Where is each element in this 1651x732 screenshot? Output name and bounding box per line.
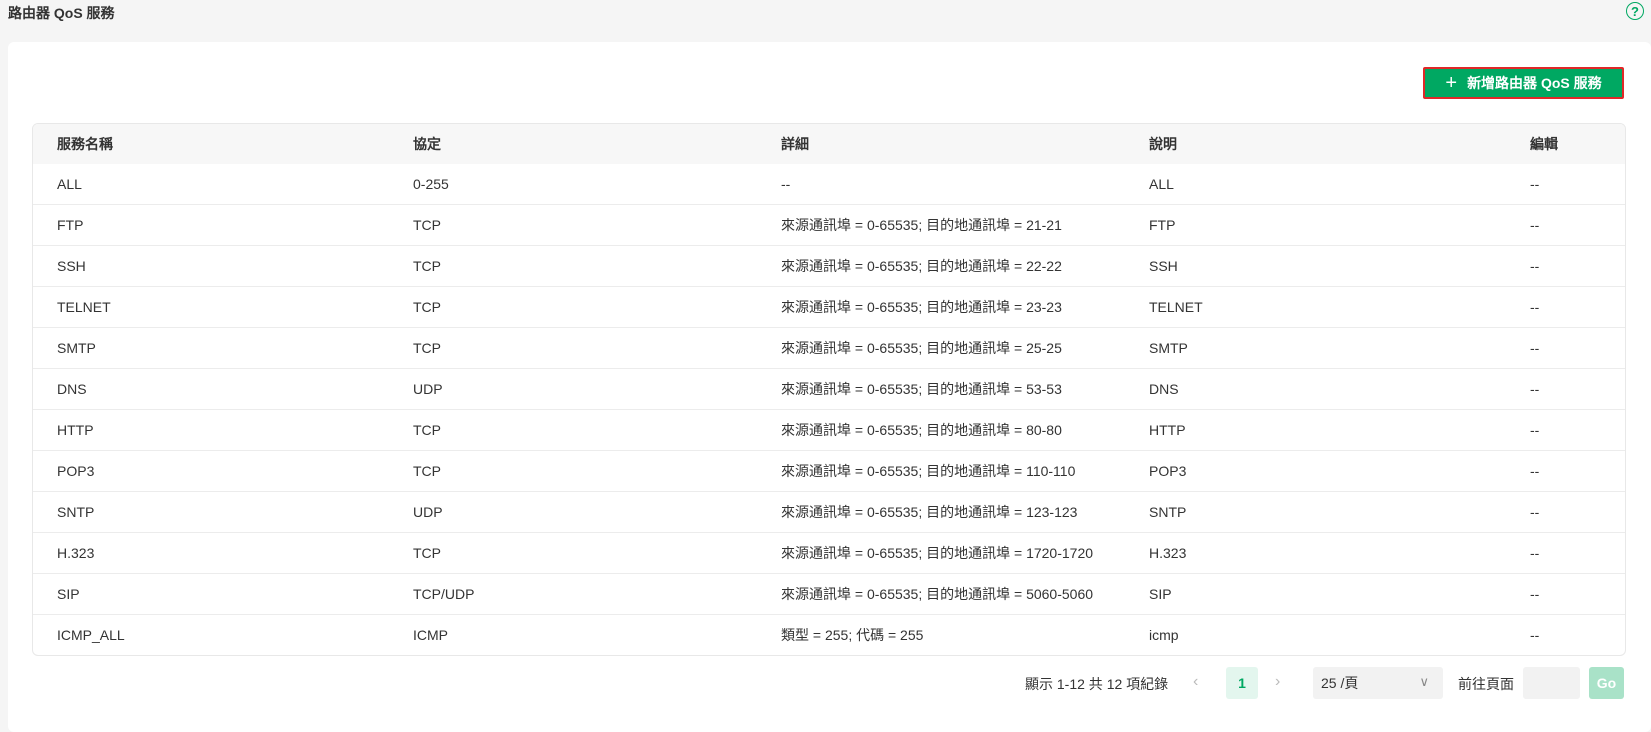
cell-details: 來源通訊埠 = 0-65535; 目的地通訊埠 = 25-25 bbox=[781, 340, 1062, 356]
table-row: SNTP UDP 來源通訊埠 = 0-65535; 目的地通訊埠 = 123-123… bbox=[33, 491, 1625, 532]
cell-service-name: FTP bbox=[57, 217, 84, 233]
cell-edit: -- bbox=[1530, 258, 1540, 274]
header-description: 說明 bbox=[1149, 136, 1177, 152]
go-button[interactable]: Go bbox=[1589, 667, 1624, 699]
cell-description: DNS bbox=[1149, 381, 1179, 397]
table-row: FTP TCP 來源通訊埠 = 0-65535; 目的地通訊埠 = 21-21 FTP… bbox=[33, 204, 1625, 245]
plus-icon: + bbox=[1445, 72, 1458, 94]
cell-details: 來源通訊埠 = 0-65535; 目的地通訊埠 = 23-23 bbox=[781, 299, 1062, 315]
cell-protocol: UDP bbox=[413, 504, 443, 520]
cell-service-name: SMTP bbox=[57, 340, 96, 356]
cell-description: SSH bbox=[1149, 258, 1178, 274]
help-icon[interactable]: ? bbox=[1626, 2, 1644, 20]
cell-description: SMTP bbox=[1149, 340, 1188, 356]
cell-edit: -- bbox=[1530, 422, 1540, 438]
table-header-row: 服務名稱 協定 詳細 說明 編輯 bbox=[33, 124, 1625, 164]
table-row: HTTP TCP 來源通訊埠 = 0-65535; 目的地通訊埠 = 80-80 HT… bbox=[33, 409, 1625, 450]
table-row: POP3 TCP 來源通訊埠 = 0-65535; 目的地通訊埠 = 110-110… bbox=[33, 450, 1625, 491]
chevron-down-icon: ∨ bbox=[1419, 674, 1429, 689]
add-router-qos-service-button[interactable]: + 新增路由器 QoS 服務 bbox=[1423, 67, 1624, 99]
cell-details: 來源通訊埠 = 0-65535; 目的地通訊埠 = 5060-5060 bbox=[781, 586, 1094, 602]
cell-service-name: SNTP bbox=[57, 504, 95, 520]
cell-description: SIP bbox=[1149, 586, 1172, 602]
table-row: SSH TCP 來源通訊埠 = 0-65535; 目的地通訊埠 = 22-22 SSH… bbox=[33, 245, 1625, 286]
cell-details: 來源通訊埠 = 0-65535; 目的地通訊埠 = 22-22 bbox=[781, 258, 1062, 274]
cell-details: 來源通訊埠 = 0-65535; 目的地通訊埠 = 53-53 bbox=[781, 381, 1062, 397]
cell-edit: -- bbox=[1530, 381, 1540, 397]
cell-protocol: TCP/UDP bbox=[413, 586, 475, 602]
table-row: ICMP_ALL ICMP 類型 = 255; 代碼 = 255 icmp -- bbox=[33, 614, 1625, 655]
header-edit: 編輯 bbox=[1530, 136, 1558, 152]
header-service-name: 服務名稱 bbox=[57, 136, 113, 152]
cell-edit: -- bbox=[1530, 627, 1540, 643]
cell-details: 來源通訊埠 = 0-65535; 目的地通訊埠 = 110-110 bbox=[781, 463, 1076, 479]
cell-details: 類型 = 255; 代碼 = 255 bbox=[781, 627, 924, 643]
cell-edit: -- bbox=[1530, 586, 1540, 602]
cell-edit: -- bbox=[1530, 340, 1540, 356]
pagination-info: 顯示 1-12 共 12 項紀錄 bbox=[1025, 676, 1169, 692]
cell-details: 來源通訊埠 = 0-65535; 目的地通訊埠 = 1720-1720 bbox=[781, 545, 1094, 561]
cell-protocol: TCP bbox=[413, 463, 441, 479]
cell-service-name: DNS bbox=[57, 381, 87, 397]
qos-services-table: 服務名稱 協定 詳細 說明 編輯 ALL 0-255 -- ALL -- FTP TCP 來源… bbox=[32, 123, 1626, 656]
cell-edit: -- bbox=[1530, 299, 1540, 315]
page-title: 路由器 QoS 服務 bbox=[8, 5, 115, 21]
cell-service-name: ALL bbox=[57, 176, 82, 192]
cell-details: -- bbox=[781, 176, 791, 192]
table-row: SIP TCP/UDP 來源通訊埠 = 0-65535; 目的地通訊埠 = 5060… bbox=[33, 573, 1625, 614]
page-size-value: 25 /頁 bbox=[1321, 675, 1359, 691]
prev-page-icon[interactable]: ‹ bbox=[1193, 673, 1198, 691]
cell-details: 來源通訊埠 = 0-65535; 目的地通訊埠 = 21-21 bbox=[781, 217, 1062, 233]
goto-page-input[interactable] bbox=[1523, 667, 1580, 699]
cell-protocol: TCP bbox=[413, 422, 441, 438]
cell-protocol: TCP bbox=[413, 340, 441, 356]
cell-description: H.323 bbox=[1149, 545, 1187, 561]
cell-service-name: POP3 bbox=[57, 463, 95, 479]
cell-description: HTTP bbox=[1149, 422, 1186, 438]
cell-protocol: TCP bbox=[413, 545, 441, 561]
table-row: TELNET TCP 來源通訊埠 = 0-65535; 目的地通訊埠 = 23-23… bbox=[33, 286, 1625, 327]
cell-details: 來源通訊埠 = 0-65535; 目的地通訊埠 = 123-123 bbox=[781, 504, 1078, 520]
cell-edit: -- bbox=[1530, 176, 1540, 192]
cell-protocol: ICMP bbox=[413, 627, 448, 643]
goto-page-label: 前往頁面 bbox=[1458, 676, 1514, 692]
pagination: 顯示 1-12 共 12 項紀錄 ‹ 1 › 25 /頁 ∨ 前往頁面 Go bbox=[0, 667, 1651, 699]
cell-service-name: SSH bbox=[57, 258, 86, 274]
page-size-select[interactable]: 25 /頁 ∨ bbox=[1313, 667, 1443, 699]
table-row: DNS UDP 來源通訊埠 = 0-65535; 目的地通訊埠 = 53-53 DNS… bbox=[33, 368, 1625, 409]
cell-edit: -- bbox=[1530, 217, 1540, 233]
cell-service-name: TELNET bbox=[57, 299, 111, 315]
add-button-label: 新增路由器 QoS 服務 bbox=[1467, 75, 1602, 91]
cell-protocol: TCP bbox=[413, 258, 441, 274]
cell-service-name: SIP bbox=[57, 586, 80, 602]
cell-service-name: H.323 bbox=[57, 545, 95, 561]
cell-protocol: TCP bbox=[413, 217, 441, 233]
cell-protocol: TCP bbox=[413, 299, 441, 315]
table-row: H.323 TCP 來源通訊埠 = 0-65535; 目的地通訊埠 = 1720-1… bbox=[33, 532, 1625, 573]
next-page-icon[interactable]: › bbox=[1275, 673, 1280, 691]
cell-service-name: ICMP_ALL bbox=[57, 627, 125, 643]
cell-description: icmp bbox=[1149, 627, 1179, 643]
table-row: ALL 0-255 -- ALL -- bbox=[33, 164, 1625, 204]
cell-details: 來源通訊埠 = 0-65535; 目的地通訊埠 = 80-80 bbox=[781, 422, 1062, 438]
cell-description: FTP bbox=[1149, 217, 1176, 233]
cell-description: TELNET bbox=[1149, 299, 1203, 315]
cell-description: POP3 bbox=[1149, 463, 1187, 479]
cell-edit: -- bbox=[1530, 504, 1540, 520]
cell-description: ALL bbox=[1149, 176, 1174, 192]
cell-service-name: HTTP bbox=[57, 422, 94, 438]
table-row: SMTP TCP 來源通訊埠 = 0-65535; 目的地通訊埠 = 25-25 SM… bbox=[33, 327, 1625, 368]
cell-protocol: UDP bbox=[413, 381, 443, 397]
cell-protocol: 0-255 bbox=[413, 176, 449, 192]
cell-description: SNTP bbox=[1149, 504, 1187, 520]
page-number-button[interactable]: 1 bbox=[1226, 667, 1258, 699]
cell-edit: -- bbox=[1530, 463, 1540, 479]
header-protocol: 協定 bbox=[413, 136, 441, 152]
cell-edit: -- bbox=[1530, 545, 1540, 561]
header-details: 詳細 bbox=[781, 136, 809, 152]
